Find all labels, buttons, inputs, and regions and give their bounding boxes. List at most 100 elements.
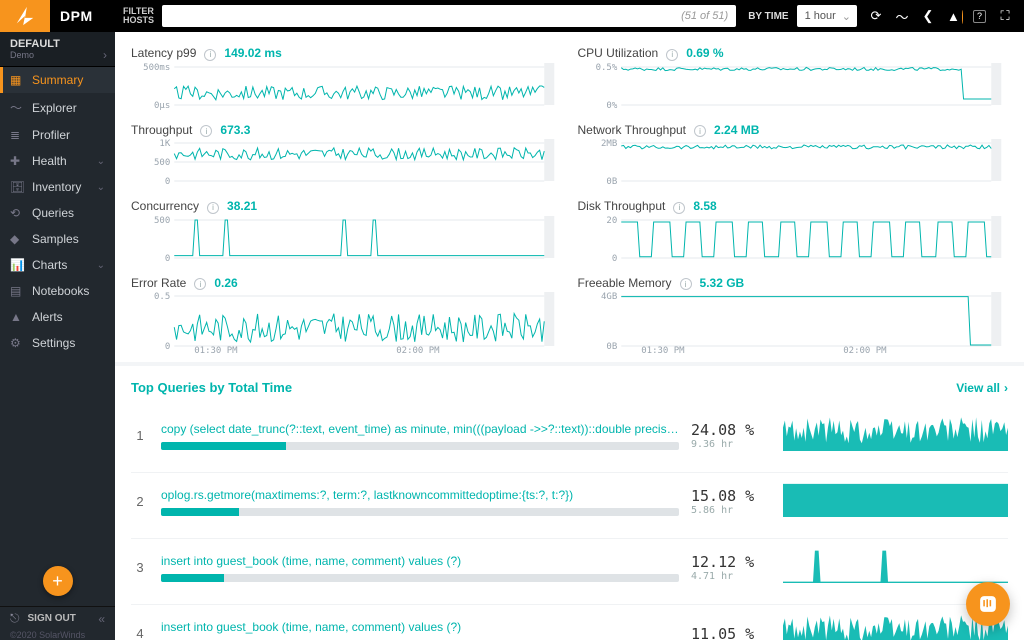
metric-chart[interactable]: 500ms0µs [131, 61, 562, 113]
metric-head: Freeable Memory i 5.32 GB [578, 276, 1009, 291]
info-icon[interactable]: i [194, 278, 206, 290]
topbar: DPM FILTER HOSTS (51 of 51) BY TIME 1 ho… [0, 0, 1024, 32]
svg-text:20: 20 [606, 216, 617, 226]
env-name: DEFAULT [10, 38, 105, 50]
info-icon[interactable]: i [200, 125, 212, 137]
sidebar-item-profiler[interactable]: ≣Profiler [0, 122, 115, 148]
signout-label[interactable]: SIGN OUT [28, 613, 76, 624]
nav-icon: ▦ [10, 73, 24, 87]
query-time: 5.86 hr [691, 505, 771, 516]
query-bar [161, 574, 679, 582]
query-row[interactable]: 1 copy (select date_trunc(?::text, event… [131, 407, 1008, 473]
fullscreen-icon[interactable]: ⛶ [998, 9, 1012, 23]
chevron-down-icon: ⌄ [97, 182, 105, 193]
query-bar [161, 442, 679, 450]
query-row[interactable]: 3 insert into guest_book (time, name, co… [131, 539, 1008, 605]
sidebar-item-samples[interactable]: ◆Samples [0, 226, 115, 252]
svg-text:0: 0 [165, 342, 170, 352]
metrics-grid: Latency p99 i 149.02 ms 500ms0µs Through… [115, 32, 1024, 366]
trend-icon[interactable]: 〜 [895, 9, 909, 23]
metric-chart[interactable]: 2MB0B [578, 137, 1009, 189]
filter-count: (51 of 51) [681, 10, 728, 22]
metric-title: CPU Utilization [578, 46, 659, 60]
env-sub: Demo [10, 50, 105, 60]
svg-text:500: 500 [154, 216, 170, 226]
nav-icon: ▤ [10, 284, 24, 298]
sidebar-item-summary[interactable]: ▦Summary [0, 67, 115, 93]
svg-text:0.5: 0.5 [154, 292, 170, 302]
query-pct: 24.08 % [691, 421, 771, 439]
logo[interactable] [0, 0, 50, 32]
view-all-link[interactable]: View all › [956, 381, 1008, 395]
info-icon[interactable]: i [680, 278, 692, 290]
info-icon[interactable]: i [666, 49, 678, 61]
share-icon[interactable]: ❮ [921, 9, 935, 23]
refresh-icon[interactable]: ⟳ [869, 9, 883, 23]
query-pct: 15.08 % [691, 487, 771, 505]
query-bar [161, 508, 679, 516]
filter-hosts-input[interactable]: (51 of 51) [162, 5, 736, 27]
svg-text:0B: 0B [606, 342, 617, 352]
collapse-sidebar-icon[interactable]: « [98, 612, 105, 626]
svg-text:4GB: 4GB [600, 292, 616, 302]
svg-text:0: 0 [165, 254, 170, 264]
sidebar-item-alerts[interactable]: ▲Alerts [0, 304, 115, 330]
query-row[interactable]: 2 oplog.rs.getmore(maxtimems:?, term:?, … [131, 473, 1008, 539]
metric-chart[interactable]: 1K5000 [131, 137, 562, 189]
svg-text:500ms: 500ms [143, 63, 170, 73]
metric-chart[interactable]: 0.5%0% [578, 61, 1009, 113]
metric-title: Disk Throughput [578, 199, 666, 213]
svg-text:01:30 PM: 01:30 PM [194, 346, 238, 354]
svg-text:0B: 0B [606, 177, 617, 187]
metric-value: 673.3 [220, 123, 250, 137]
chevron-right-icon: › [103, 48, 107, 62]
chevron-down-icon: ⌄ [97, 260, 105, 271]
query-sql: insert into guest_book (time, name, comm… [161, 554, 679, 568]
metric-chart[interactable]: 4GB 0B 01:30 PM 02:00 PM [578, 290, 1009, 354]
sidebar-item-settings[interactable]: ⚙Settings [0, 330, 115, 356]
metric-head: Network Throughput i 2.24 MB [578, 123, 1009, 138]
bell-icon[interactable]: ▲ [947, 9, 961, 23]
copyright: ©2020 SolarWinds [0, 630, 115, 640]
nav-icon: ⚙ [10, 336, 24, 350]
sidebar-item-notebooks[interactable]: ▤Notebooks [0, 278, 115, 304]
metric-title: Latency p99 [131, 46, 196, 60]
intercom-launcher[interactable] [966, 582, 1010, 626]
add-button[interactable]: + [43, 566, 73, 596]
time-range-select[interactable]: 1 hour ⌄ [797, 5, 857, 27]
metric-chart[interactable]: 0.50 01:30 PM02:00 PM [131, 290, 562, 354]
query-index: 2 [131, 494, 149, 509]
env-selector[interactable]: DEFAULT Demo › [0, 32, 115, 67]
metric-chart[interactable]: 500 0 [131, 214, 562, 266]
metric-title: Error Rate [131, 276, 186, 290]
query-pct: 12.12 % [691, 553, 771, 571]
main: Latency p99 i 149.02 ms 500ms0µs Through… [115, 32, 1024, 640]
query-row[interactable]: 4 insert into guest_book (time, name, co… [131, 605, 1008, 640]
signout-icon[interactable]: ⎋ [10, 611, 20, 626]
sidebar-item-health[interactable]: ✚Health⌄ [0, 148, 115, 174]
info-icon[interactable]: i [694, 125, 706, 137]
svg-text:02:00 PM: 02:00 PM [843, 346, 887, 354]
info-icon[interactable]: i [204, 49, 216, 61]
sidebar-item-inventory[interactable]: 🗄Inventory⌄ [0, 174, 115, 200]
chevron-down-icon: ⌄ [842, 10, 851, 23]
query-sparkline [783, 481, 1008, 522]
svg-text:01:30 PM: 01:30 PM [641, 346, 685, 354]
metric-chart[interactable]: 200 [578, 214, 1009, 266]
query-index: 4 [131, 626, 149, 640]
help-icon[interactable]: ? [973, 10, 986, 23]
query-sql: oplog.rs.getmore(maxtimems:?, term:?, la… [161, 488, 679, 502]
filter-hosts-label: FILTER HOSTS [115, 7, 162, 25]
metric-value: 38.21 [227, 199, 257, 213]
sidebar-item-queries[interactable]: ⟲Queries [0, 200, 115, 226]
query-sparkline [783, 415, 1008, 456]
sidebar-item-explorer[interactable]: 〜Explorer [0, 93, 115, 122]
info-icon[interactable]: i [207, 202, 219, 214]
queries-title: Top Queries by Total Time [131, 380, 292, 395]
sidebar-item-charts[interactable]: 📊Charts⌄ [0, 252, 115, 278]
info-icon[interactable]: i [673, 202, 685, 214]
query-time: 9.36 hr [691, 439, 771, 450]
nav-icon: 📊 [10, 258, 24, 272]
svg-text:0.5%: 0.5% [595, 63, 617, 73]
top-queries: Top Queries by Total Time View all › 1 c… [115, 366, 1024, 640]
